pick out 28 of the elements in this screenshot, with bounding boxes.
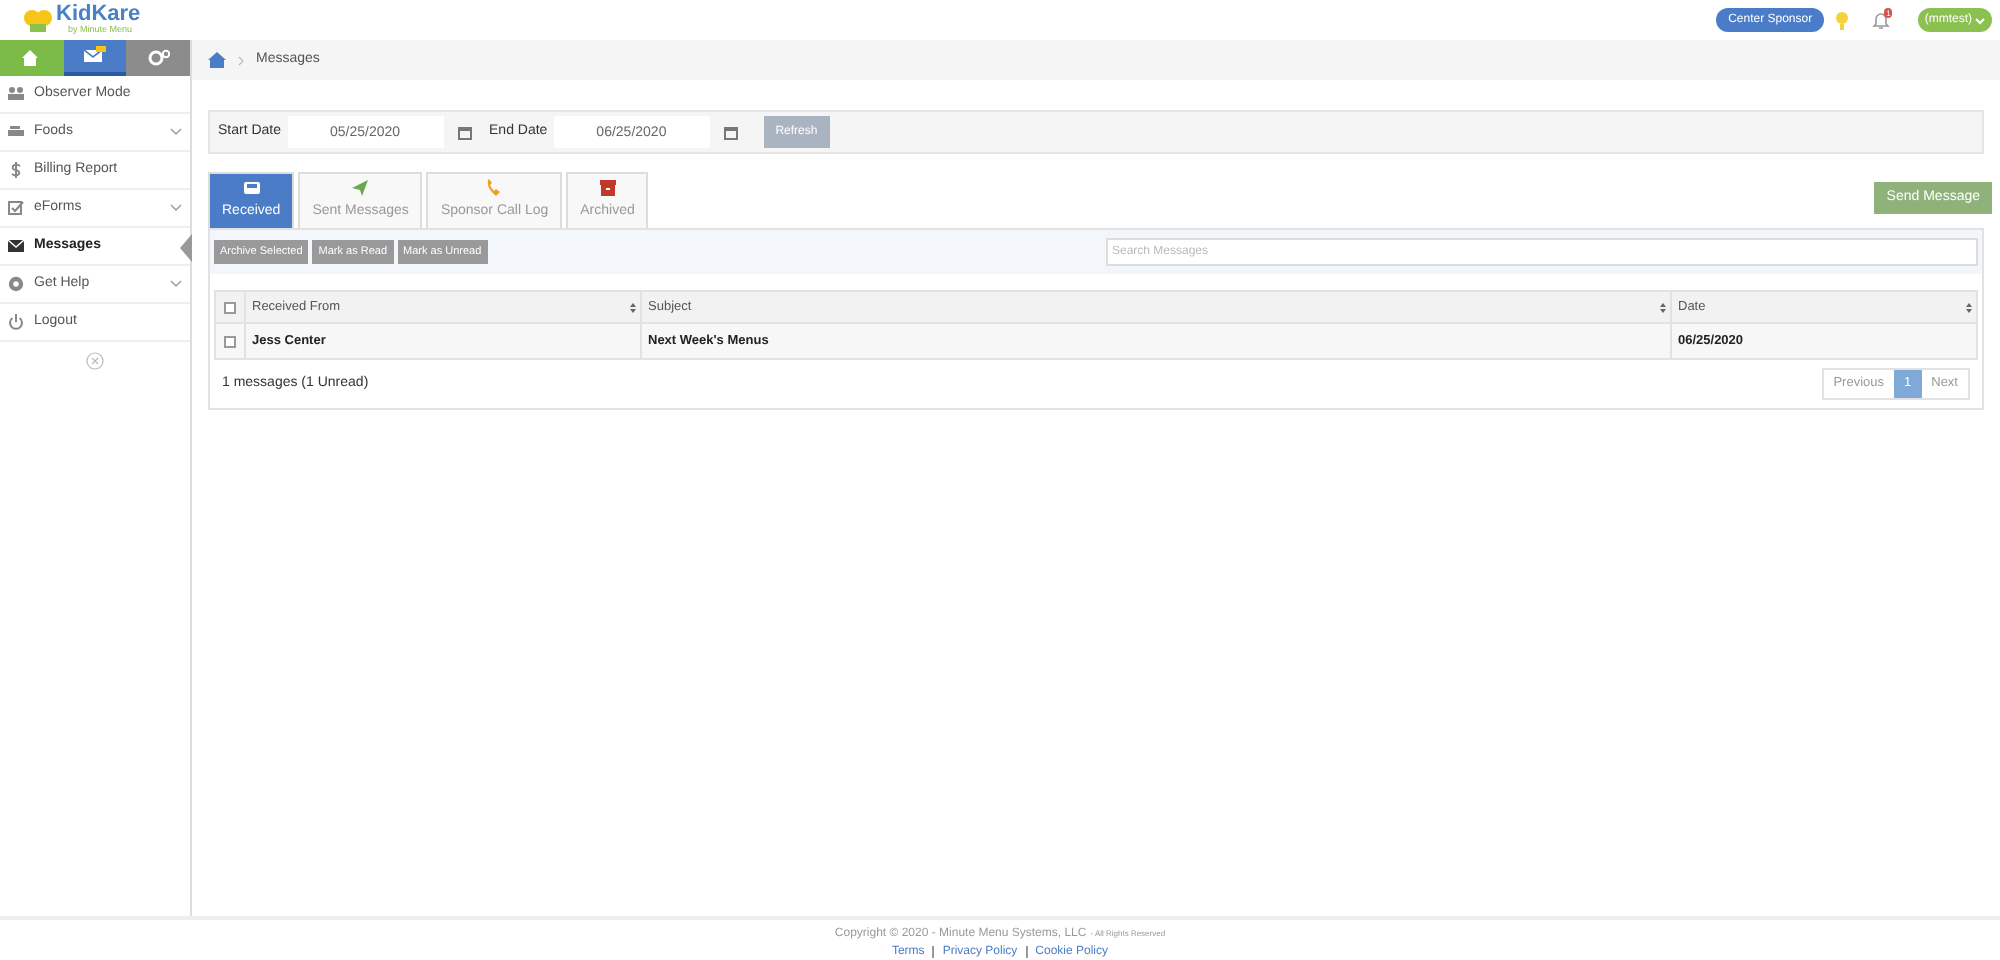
logo-text: KidKare: [56, 4, 141, 27]
sort-icon[interactable]: [1966, 301, 1972, 313]
calendar-icon[interactable]: [457, 125, 472, 139]
messages-icon: [84, 46, 106, 66]
eforms-icon: [8, 200, 24, 216]
active-pointer: [180, 234, 192, 262]
archive-icon: [597, 178, 618, 199]
home-icon[interactable]: [208, 52, 226, 68]
messages-icon: [8, 238, 24, 254]
logout-icon: [8, 314, 24, 330]
logo-icon: [24, 8, 52, 32]
billing-icon: [8, 162, 24, 178]
bell-icon[interactable]: [1872, 11, 1891, 29]
chevron-down-icon: [1974, 15, 1986, 25]
home-icon: [20, 48, 43, 68]
messages-tab[interactable]: [63, 40, 127, 76]
select-all-checkbox[interactable]: [224, 301, 236, 313]
calendar-icon[interactable]: [723, 125, 738, 139]
sort-icon[interactable]: [630, 301, 636, 313]
inbox-icon: [241, 178, 262, 199]
phone-icon: [484, 178, 505, 199]
send-icon: [350, 178, 371, 199]
chevron-right-icon: [238, 55, 244, 65]
sort-icon[interactable]: [1660, 301, 1666, 313]
settings-tab[interactable]: [126, 40, 191, 76]
observer-icon: [8, 86, 24, 102]
settings-icon: [147, 48, 170, 68]
row-checkbox[interactable]: [224, 335, 236, 347]
